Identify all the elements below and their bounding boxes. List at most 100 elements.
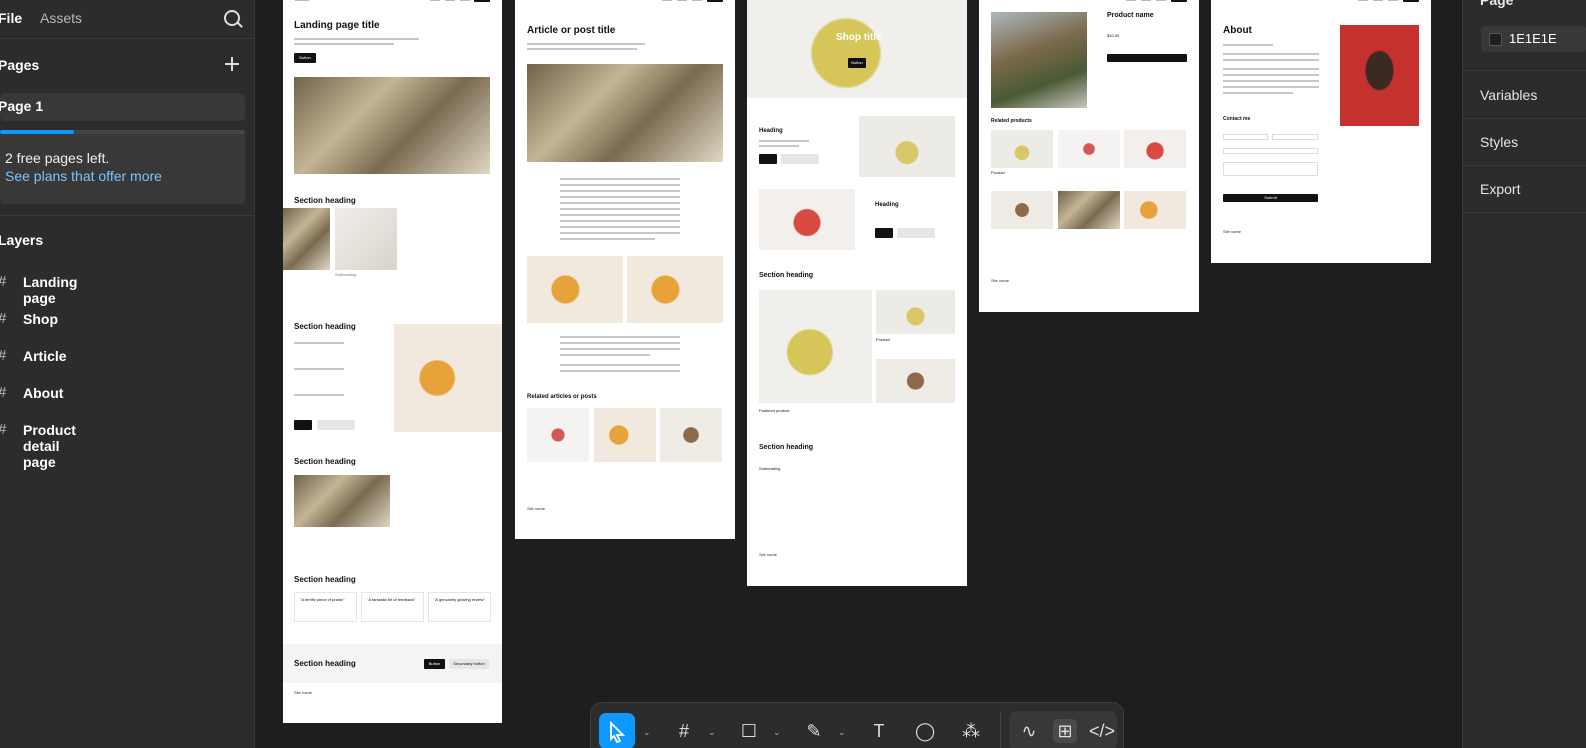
- featured-image: [759, 290, 872, 403]
- last-name-input[interactable]: [1272, 134, 1318, 140]
- design-mode-icon[interactable]: ⊞: [1053, 719, 1077, 743]
- right-panel: Page 1E1E1E Variables Styles Export: [1462, 0, 1586, 748]
- image: [527, 256, 623, 323]
- product-label: Product: [876, 337, 890, 342]
- section-heading: Section heading: [294, 659, 356, 668]
- layer-label: Landing page: [23, 274, 78, 306]
- pen-icon[interactable]: ✎: [804, 721, 824, 741]
- left-panel: File Assets Pages Page 1 2 free pages le…: [0, 0, 255, 748]
- text-line: [759, 140, 809, 142]
- cta-secondary-button[interactable]: Secondary button: [449, 659, 489, 669]
- styles-item[interactable]: Styles: [1480, 134, 1518, 150]
- rectangle-icon[interactable]: ☐: [739, 721, 759, 741]
- cursor-icon: [610, 720, 626, 744]
- message-textarea[interactable]: [1223, 162, 1318, 176]
- tab-assets[interactable]: Assets: [40, 10, 82, 26]
- text-line: [560, 202, 680, 204]
- chevron-down-icon[interactable]: ⌄: [773, 727, 781, 737]
- image: [283, 208, 330, 270]
- cta-primary-button[interactable]: Button: [424, 659, 445, 669]
- text-line: [294, 394, 344, 396]
- panel-header: File Assets: [0, 0, 254, 38]
- shop-button[interactable]: Button: [848, 58, 866, 68]
- frame-landing-page[interactable]: Landing page title Button Section headin…: [283, 0, 502, 723]
- color-hex-value[interactable]: 1E1E1E: [1509, 31, 1557, 46]
- button[interactable]: [759, 154, 777, 164]
- text-icon[interactable]: T: [869, 721, 889, 741]
- text-line: [560, 220, 680, 222]
- move-tool-button[interactable]: [599, 713, 635, 748]
- image: [876, 290, 955, 334]
- submit-button[interactable]: Submit: [1223, 194, 1318, 202]
- free-pages-text: 2 free pages left.: [5, 150, 110, 166]
- secondary-button[interactable]: [781, 154, 819, 164]
- draw-mode-icon[interactable]: ∿: [1019, 721, 1039, 741]
- variables-item[interactable]: Variables: [1480, 87, 1537, 103]
- chevron-down-icon[interactable]: ⌄: [708, 727, 716, 737]
- tab-file[interactable]: File: [0, 10, 22, 26]
- landing-button[interactable]: Button: [294, 53, 316, 63]
- text-line: [560, 226, 680, 228]
- article-title: Article or post title: [527, 25, 616, 36]
- color-chip[interactable]: [1489, 33, 1502, 46]
- hero-image: [294, 77, 490, 174]
- heading: Heading: [875, 202, 899, 208]
- text-line: [759, 145, 799, 147]
- page-background-swatch[interactable]: 1E1E1E: [1481, 26, 1586, 52]
- search-icon[interactable]: [224, 10, 240, 26]
- layer-label: About: [23, 385, 64, 401]
- chevron-down-icon[interactable]: ⌄: [838, 727, 846, 737]
- layers-heading: Layers: [0, 232, 44, 248]
- testimonial-card: "A genuinely glowing review": [428, 592, 491, 622]
- add-to-cart-button[interactable]: [1107, 54, 1187, 62]
- frame-article[interactable]: Article or post title Related articles o…: [515, 0, 735, 539]
- frame-shop[interactable]: Shop title Button Heading Heading Sectio…: [747, 0, 967, 586]
- button[interactable]: [294, 420, 312, 430]
- frame-nav: [515, 0, 735, 4]
- email-input[interactable]: [1223, 148, 1318, 154]
- image: [991, 130, 1053, 168]
- site-name: Site name: [294, 690, 313, 695]
- frame-icon: #: [0, 310, 6, 327]
- mode-switcher: ∿ ⊞ </>: [1009, 711, 1117, 748]
- text-line: [560, 208, 680, 210]
- product-name: Product name: [1107, 12, 1154, 19]
- text-line: [560, 238, 655, 240]
- testimonial-card: "A fantastic bit of feedback": [361, 592, 424, 622]
- frame-product-detail[interactable]: Product name $10.99 Related products Pro…: [979, 0, 1199, 312]
- image: [335, 208, 397, 270]
- add-page-icon[interactable]: [224, 56, 240, 72]
- export-item[interactable]: Export: [1480, 181, 1520, 197]
- frame-about[interactable]: About Contact me Submit Site name: [1211, 0, 1431, 263]
- image: [594, 408, 656, 462]
- image: [876, 359, 955, 403]
- image: [1124, 191, 1186, 229]
- site-name: Site name: [759, 552, 778, 557]
- text-line: [1223, 86, 1319, 88]
- plans-link[interactable]: See plans that offer more: [5, 168, 162, 184]
- text-line: [560, 232, 680, 234]
- quote: "A terrific piece of praise": [300, 597, 345, 602]
- text-line: [560, 196, 680, 198]
- frame-icon[interactable]: #: [674, 721, 694, 741]
- text-line: [560, 354, 650, 356]
- testimonial-card: "A terrific piece of praise": [294, 592, 357, 622]
- page-item-current[interactable]: Page 1: [0, 93, 245, 121]
- text-line: [560, 184, 680, 186]
- text-line: [560, 336, 680, 338]
- frame-nav: [283, 0, 502, 4]
- first-name-input[interactable]: [1223, 134, 1268, 140]
- secondary-button[interactable]: [317, 420, 355, 430]
- text-line: [1223, 92, 1293, 94]
- product-price: $10.99: [1107, 33, 1120, 38]
- secondary-button[interactable]: [897, 228, 935, 238]
- dev-mode-icon[interactable]: </>: [1089, 721, 1115, 741]
- actions-icon[interactable]: ⁂: [961, 721, 981, 741]
- image: [294, 475, 390, 527]
- comment-icon[interactable]: ◯: [915, 721, 935, 741]
- chevron-down-icon[interactable]: ⌄: [643, 727, 651, 737]
- text-line: [294, 342, 344, 344]
- section-heading: Section heading: [759, 272, 814, 279]
- text-line: [560, 348, 680, 350]
- button[interactable]: [875, 228, 893, 238]
